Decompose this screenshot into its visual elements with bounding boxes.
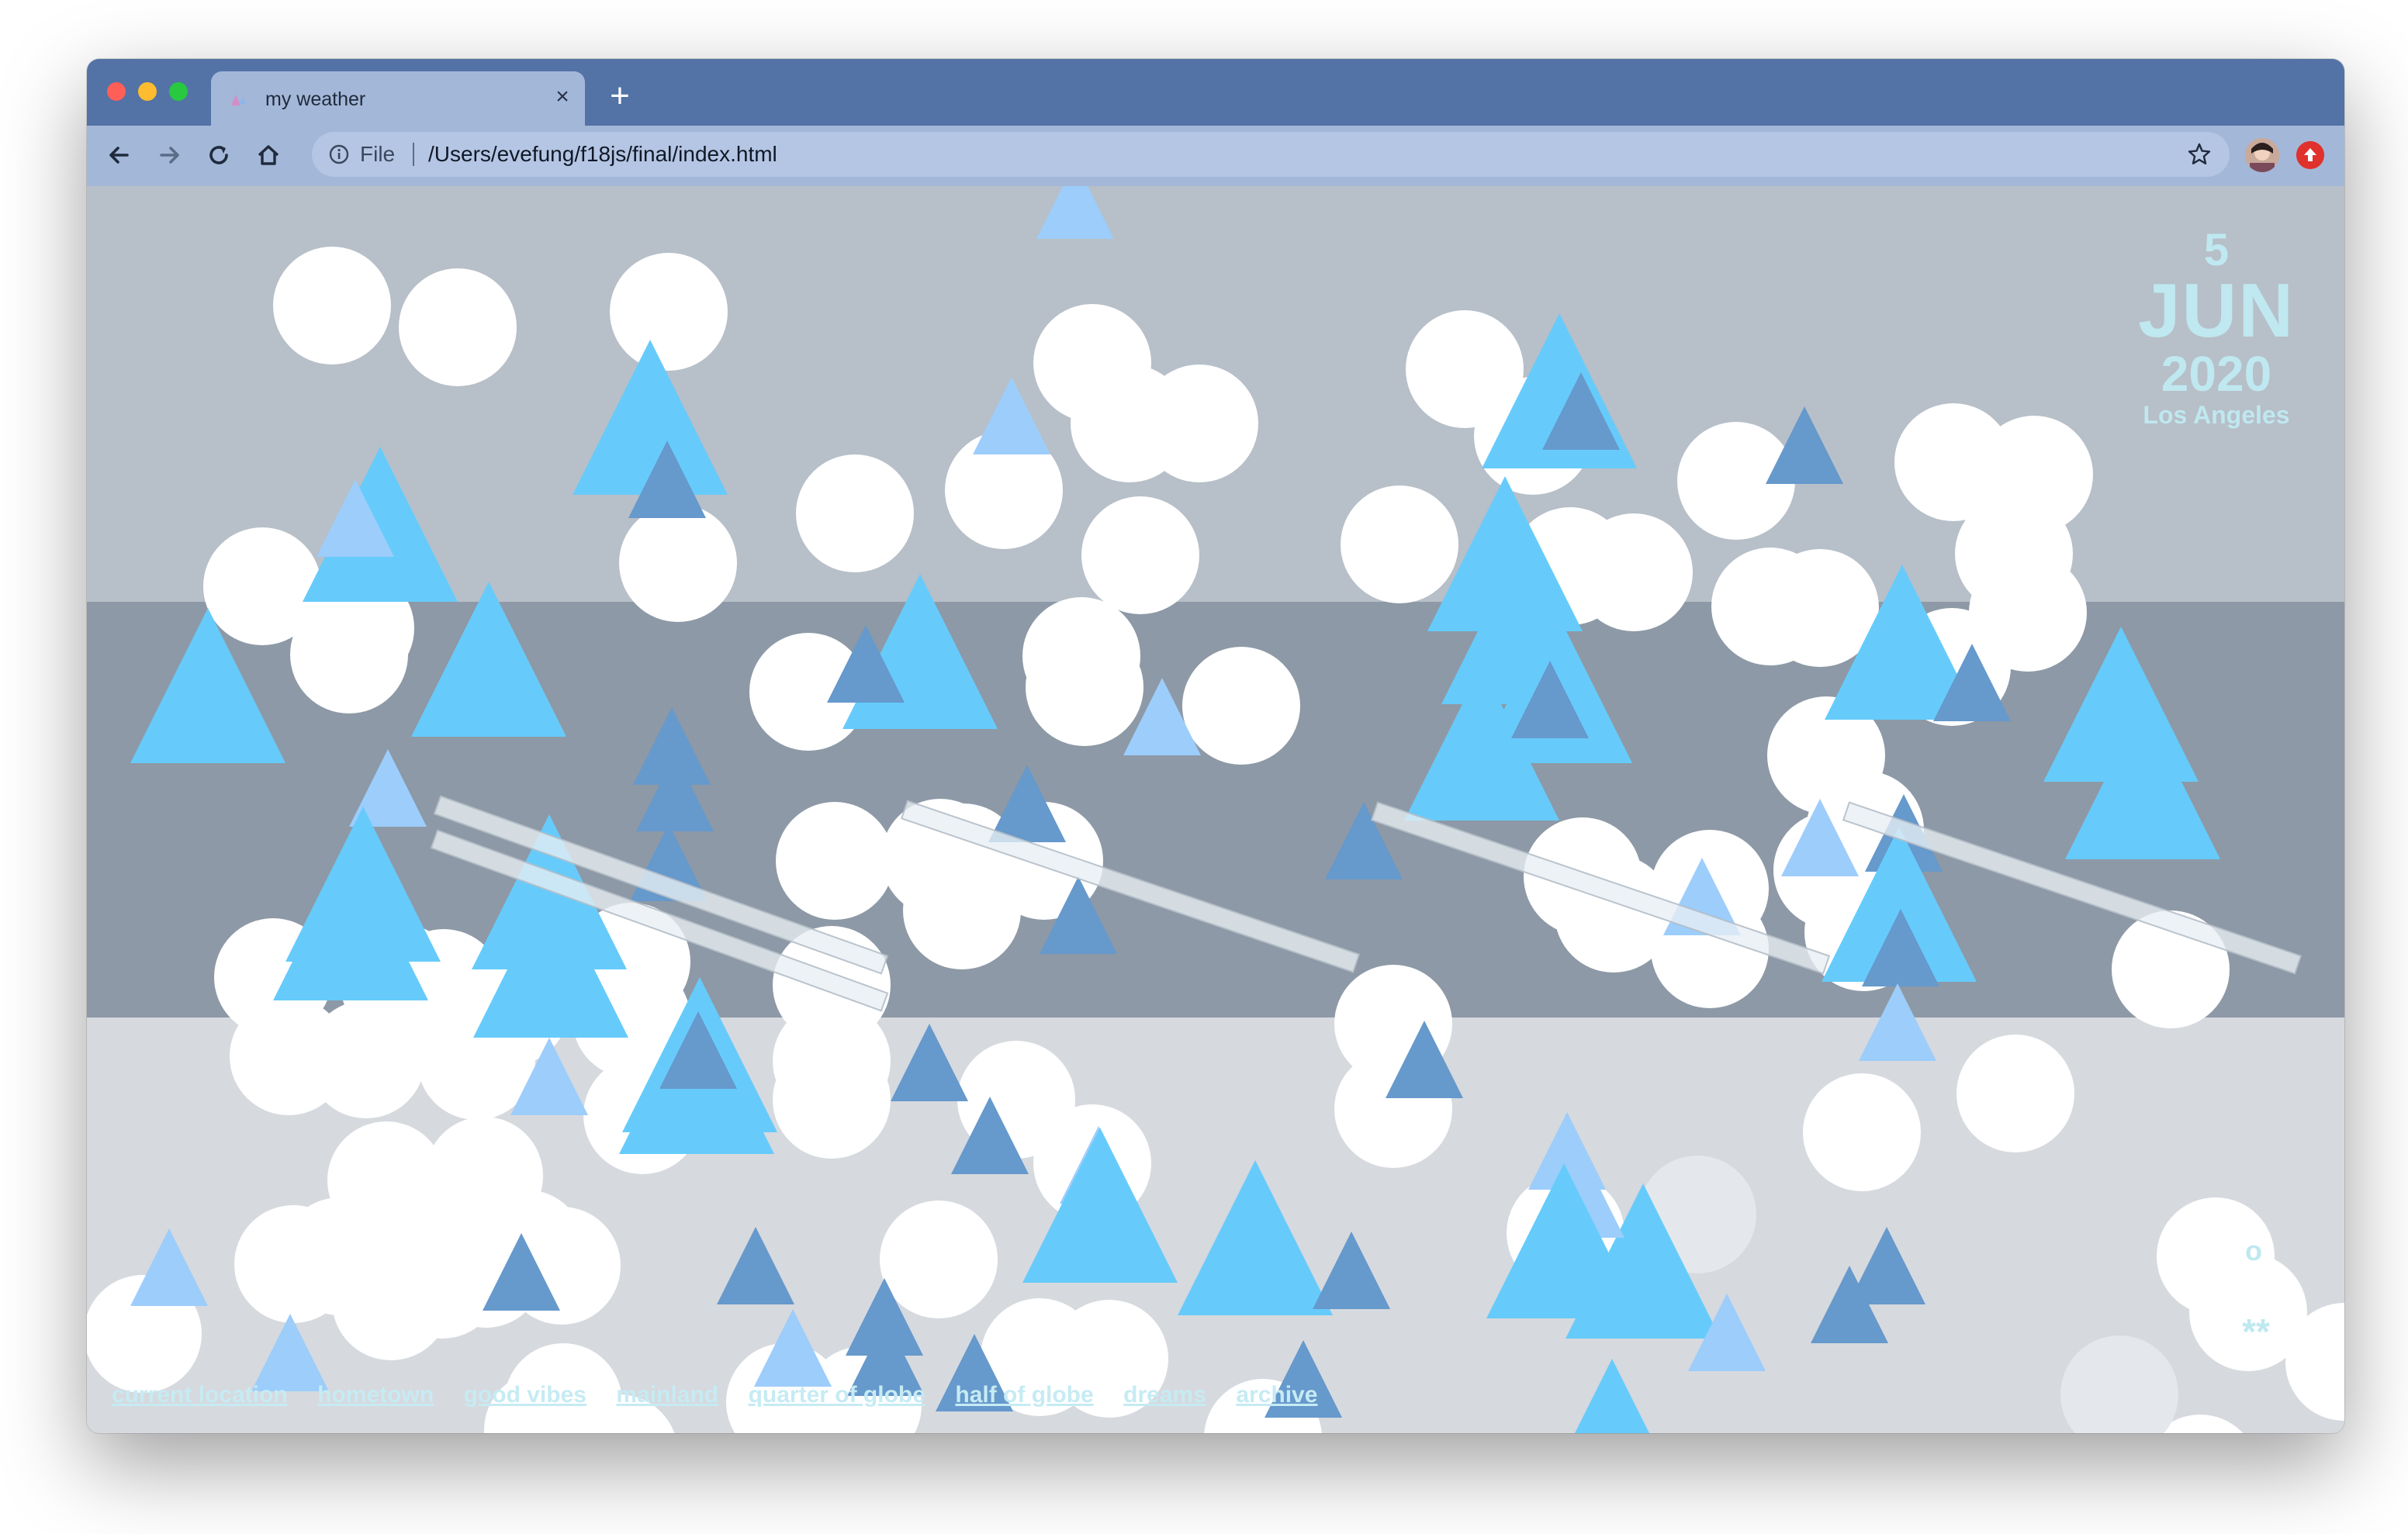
cloud-circle-16 [1711,548,1829,665]
rain-triangle-50 [1313,1232,1390,1309]
date-year: 2020 [2161,346,2272,402]
back-icon[interactable] [102,138,137,172]
nav-link-hometown[interactable]: hometown [317,1382,434,1408]
cloud-circle-47 [1803,1073,1921,1191]
rain-triangle-57 [1848,1227,1925,1304]
browser-toolbar: File /Users/evefung/f18js/final/index.ht… [87,126,2344,188]
cloud-circle-29 [1182,647,1300,765]
nav-link-archive[interactable]: archive [1236,1382,1317,1408]
close-window-button[interactable] [107,82,126,101]
new-tab-icon[interactable]: + [602,79,638,115]
nav-link-dreams[interactable]: dreams [1123,1382,1206,1408]
rain-triangle-35 [285,807,441,962]
rain-triangle-44 [891,1024,968,1101]
address-bar[interactable]: File /Users/evefung/f18js/final/index.ht… [312,132,2230,177]
file-scheme-label: File [360,142,396,166]
forward-icon[interactable] [152,138,186,172]
rain-triangle-61 [717,1227,794,1304]
tab-strip: my weather × + [87,59,2344,126]
cloud-circle-5 [1140,364,1258,482]
close-tab-icon[interactable]: × [549,84,576,110]
update-available-icon[interactable] [2296,141,2324,169]
rain-triangle-2 [303,447,458,602]
cloud-circle-7 [796,454,914,572]
avatar-icon [2245,138,2279,172]
rain-triangle-58 [130,1228,208,1306]
cloud-circle-2 [610,253,728,371]
nav-link-half-of-globe[interactable]: half of globe [955,1382,1093,1408]
cloud-circle-13 [1341,485,1458,603]
info-icon[interactable] [329,144,349,164]
cloud-circle-0 [273,247,391,364]
url-text[interactable]: /Users/evefung/f18js/final/index.html [428,142,777,167]
rain-triangle-5 [411,582,566,737]
faint-cloud-circle-1 [2060,1335,2178,1433]
rain-triangle-29 [1859,983,1936,1061]
address-separator [413,143,414,166]
snow-symbol: ** [2242,1311,2270,1352]
date-display: 5 JUN 2020 Los Angeles [2137,226,2295,429]
weather-favicon-icon [231,95,247,105]
nav-link-mainland[interactable]: mainland [616,1382,718,1408]
cloud-circle-35 [776,802,894,920]
cloud-circle-1 [399,268,517,386]
nav-link-quarter-of-globe[interactable]: quarter of globe [749,1382,925,1408]
degree-symbol: o [2245,1235,2262,1266]
rain-triangle-48 [1178,1160,1333,1315]
browser-window: my weather × + File /Users/evefung/f18js… [87,59,2344,1433]
cloud-circle-44 [1956,1035,2074,1152]
date-month: JUN [2137,268,2295,353]
cloud-circle-25 [619,504,737,622]
rain-triangle-0 [573,340,728,495]
rain-triangle-6 [1036,186,1114,239]
reload-icon[interactable] [202,138,236,172]
cloud-circle-27 [1026,628,1143,746]
rain-triangle-7 [973,377,1050,454]
weather-canvas: 5 JUN 2020 Los Angeles o ** current loca… [87,186,2344,1433]
nav-link-current-location[interactable]: current location [112,1382,288,1408]
bookmark-star-icon[interactable] [2186,141,2213,168]
rain-triangle-67 [1575,1359,1649,1433]
maximize-window-button[interactable] [169,82,188,101]
rain-triangle-59 [251,1314,329,1391]
cloud-circle-60 [773,1041,891,1159]
location-name: Los Angeles [2143,401,2290,429]
tab-my-weather[interactable]: my weather × [211,71,585,126]
cloud-circle-8 [1081,496,1199,614]
home-icon[interactable] [251,138,285,172]
tab-title: my weather [265,88,366,110]
weather-shapes [87,186,2344,1433]
cloud-circle-73 [880,1201,998,1318]
minimize-window-button[interactable] [138,82,157,101]
nav-link-good-vibes[interactable]: good vibes [464,1382,586,1408]
profile-avatar[interactable] [2245,138,2279,172]
location-nav: current location hometown good vibes mai… [112,1382,1344,1408]
